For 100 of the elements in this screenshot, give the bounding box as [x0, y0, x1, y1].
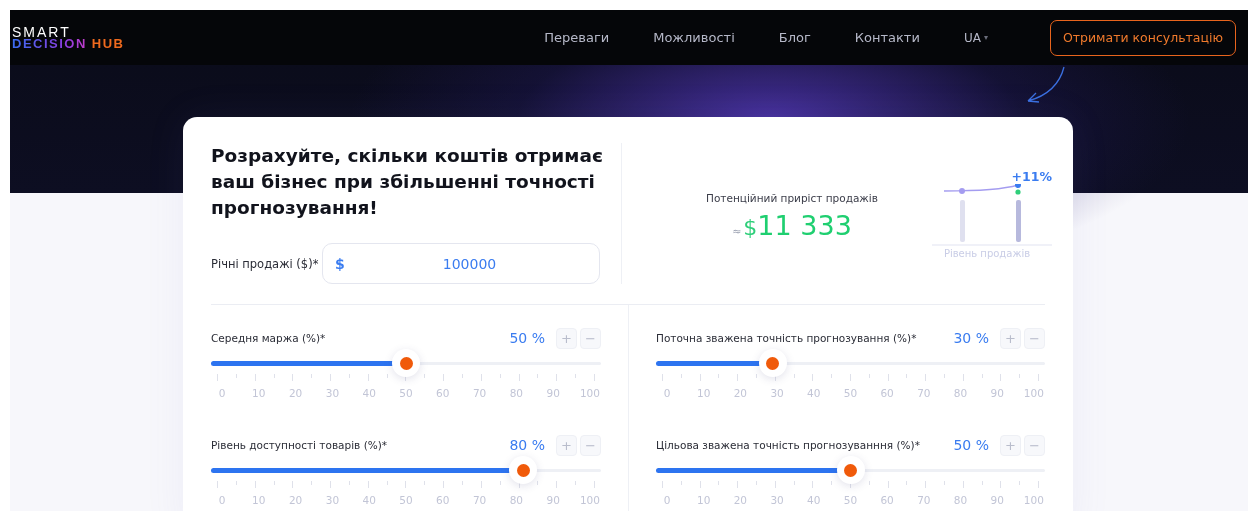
- consultation-button[interactable]: Отримати консультацію: [1049, 19, 1236, 56]
- logo-text: HUB: [91, 37, 125, 50]
- scale-number: 50: [398, 494, 414, 506]
- slider-label: Рівень доступності товарів (%)*: [211, 439, 388, 451]
- increase-button[interactable]: +: [556, 434, 577, 456]
- slider-thumb[interactable]: [509, 456, 537, 484]
- scale-tick: [386, 481, 388, 485]
- slider-value: 50 %: [953, 437, 989, 453]
- annual-sales-field[interactable]: $ 100000: [322, 243, 600, 284]
- field-label: Річні продажі ($)*: [211, 256, 320, 271]
- decrease-button[interactable]: −: [580, 327, 601, 349]
- scale-number: 80: [952, 387, 969, 399]
- scale-tick: [556, 481, 558, 488]
- result-amount: 11 333: [757, 210, 852, 241]
- nav-link[interactable]: Переваги: [544, 30, 610, 45]
- slider-label: Поточна зважена точність прогнозування (%)*: [656, 332, 917, 344]
- scale-number: 0: [217, 494, 227, 506]
- scale-number: 40: [361, 387, 377, 399]
- scale-tick: [868, 374, 870, 378]
- slider-value: 50 %: [509, 330, 545, 346]
- slider-thumb[interactable]: [758, 349, 787, 377]
- scale-number: 60: [879, 387, 895, 399]
- increase-button[interactable]: +: [1000, 434, 1021, 456]
- scale-number: 80: [508, 387, 525, 399]
- nav-link[interactable]: Контакти: [854, 30, 920, 45]
- scale-tick: [925, 481, 927, 488]
- nav-link[interactable]: Можливості: [653, 30, 735, 45]
- scale-tick: [292, 374, 294, 381]
- scale-tick: [593, 481, 595, 488]
- scale-number: 20: [287, 387, 304, 399]
- slider-thumb[interactable]: [836, 456, 865, 484]
- scale-tick: [443, 481, 445, 488]
- scale-number: 70: [916, 494, 932, 506]
- scale-tick: [254, 481, 256, 488]
- scale-tick: [405, 481, 407, 488]
- increase-button[interactable]: +: [1000, 327, 1021, 349]
- scale-tick: [311, 374, 313, 378]
- scale-number: 100: [578, 387, 601, 399]
- scale-tick: [367, 481, 369, 488]
- scale-tick: [962, 481, 964, 488]
- decrease-button[interactable]: −: [580, 434, 601, 456]
- scale-tick: [480, 481, 482, 488]
- scale-tick: [962, 374, 964, 381]
- scale-number: 50: [842, 387, 859, 399]
- scale-number: 30: [769, 387, 785, 399]
- scale-tick: [662, 374, 663, 381]
- scale-tick: [292, 481, 294, 488]
- nav-link[interactable]: Блог: [778, 30, 811, 45]
- scale-tick: [906, 481, 908, 485]
- scale-tick: [443, 374, 445, 381]
- approx-sign: ≈: [732, 225, 742, 238]
- slider-value: 30 %: [953, 330, 989, 346]
- scale-tick: [348, 374, 350, 378]
- increase-button[interactable]: +: [556, 327, 577, 349]
- scale-number: 70: [471, 494, 488, 506]
- scale-tick: [812, 481, 814, 488]
- growth-percent: +11%: [1011, 168, 1052, 184]
- scale-tick: [499, 481, 501, 485]
- logo-text: SMART: [12, 25, 71, 38]
- decrease-button[interactable]: −: [1024, 327, 1045, 349]
- scale-tick: [235, 374, 237, 378]
- scale-tick: [774, 481, 776, 488]
- scale-number: 60: [435, 387, 451, 399]
- scale-number: 50: [842, 494, 859, 506]
- scale-number: 40: [806, 494, 822, 506]
- scale-number: 90: [989, 494, 1005, 506]
- scale-number: 0: [217, 387, 227, 399]
- scale-tick: [718, 481, 720, 485]
- scale-tick: [254, 374, 256, 381]
- scale-tick: [1000, 481, 1002, 488]
- scale-number: 0: [662, 494, 672, 506]
- scale-tick: [424, 481, 426, 485]
- scale-tick: [699, 374, 701, 381]
- logo-text: DECISION: [12, 37, 87, 50]
- scale-tick: [831, 374, 833, 378]
- scale-number: 80: [952, 494, 969, 506]
- scale-number: 80: [508, 494, 525, 506]
- scale-tick: [273, 481, 275, 485]
- calculator-heading: Розрахуйте, скільки коштів отримає ваш бізнес при збільшенні точності прогнозування!: [211, 144, 604, 220]
- scale-number: 60: [435, 494, 451, 506]
- decrease-button[interactable]: −: [1024, 434, 1045, 456]
- scale-number: 40: [806, 387, 822, 399]
- scale-number: 10: [696, 494, 712, 506]
- scale-tick: [793, 481, 795, 485]
- scale-tick: [812, 374, 814, 381]
- slider-thumb[interactable]: [392, 349, 420, 377]
- scale-tick: [461, 374, 463, 378]
- scale-tick: [575, 374, 577, 378]
- scale-number: 10: [251, 494, 267, 506]
- scale-tick: [981, 481, 983, 485]
- scale-number: 100: [578, 494, 601, 506]
- language-selector[interactable]: UA: [963, 30, 981, 45]
- scale-tick: [217, 481, 218, 488]
- scale-tick: [311, 481, 313, 485]
- scale-tick: [518, 374, 520, 381]
- scale-number: 100: [1022, 494, 1045, 506]
- scale-tick: [718, 374, 720, 378]
- slider-label: Середня маржа (%)*: [211, 332, 326, 344]
- scale-tick: [480, 374, 482, 381]
- scale-tick: [367, 374, 369, 381]
